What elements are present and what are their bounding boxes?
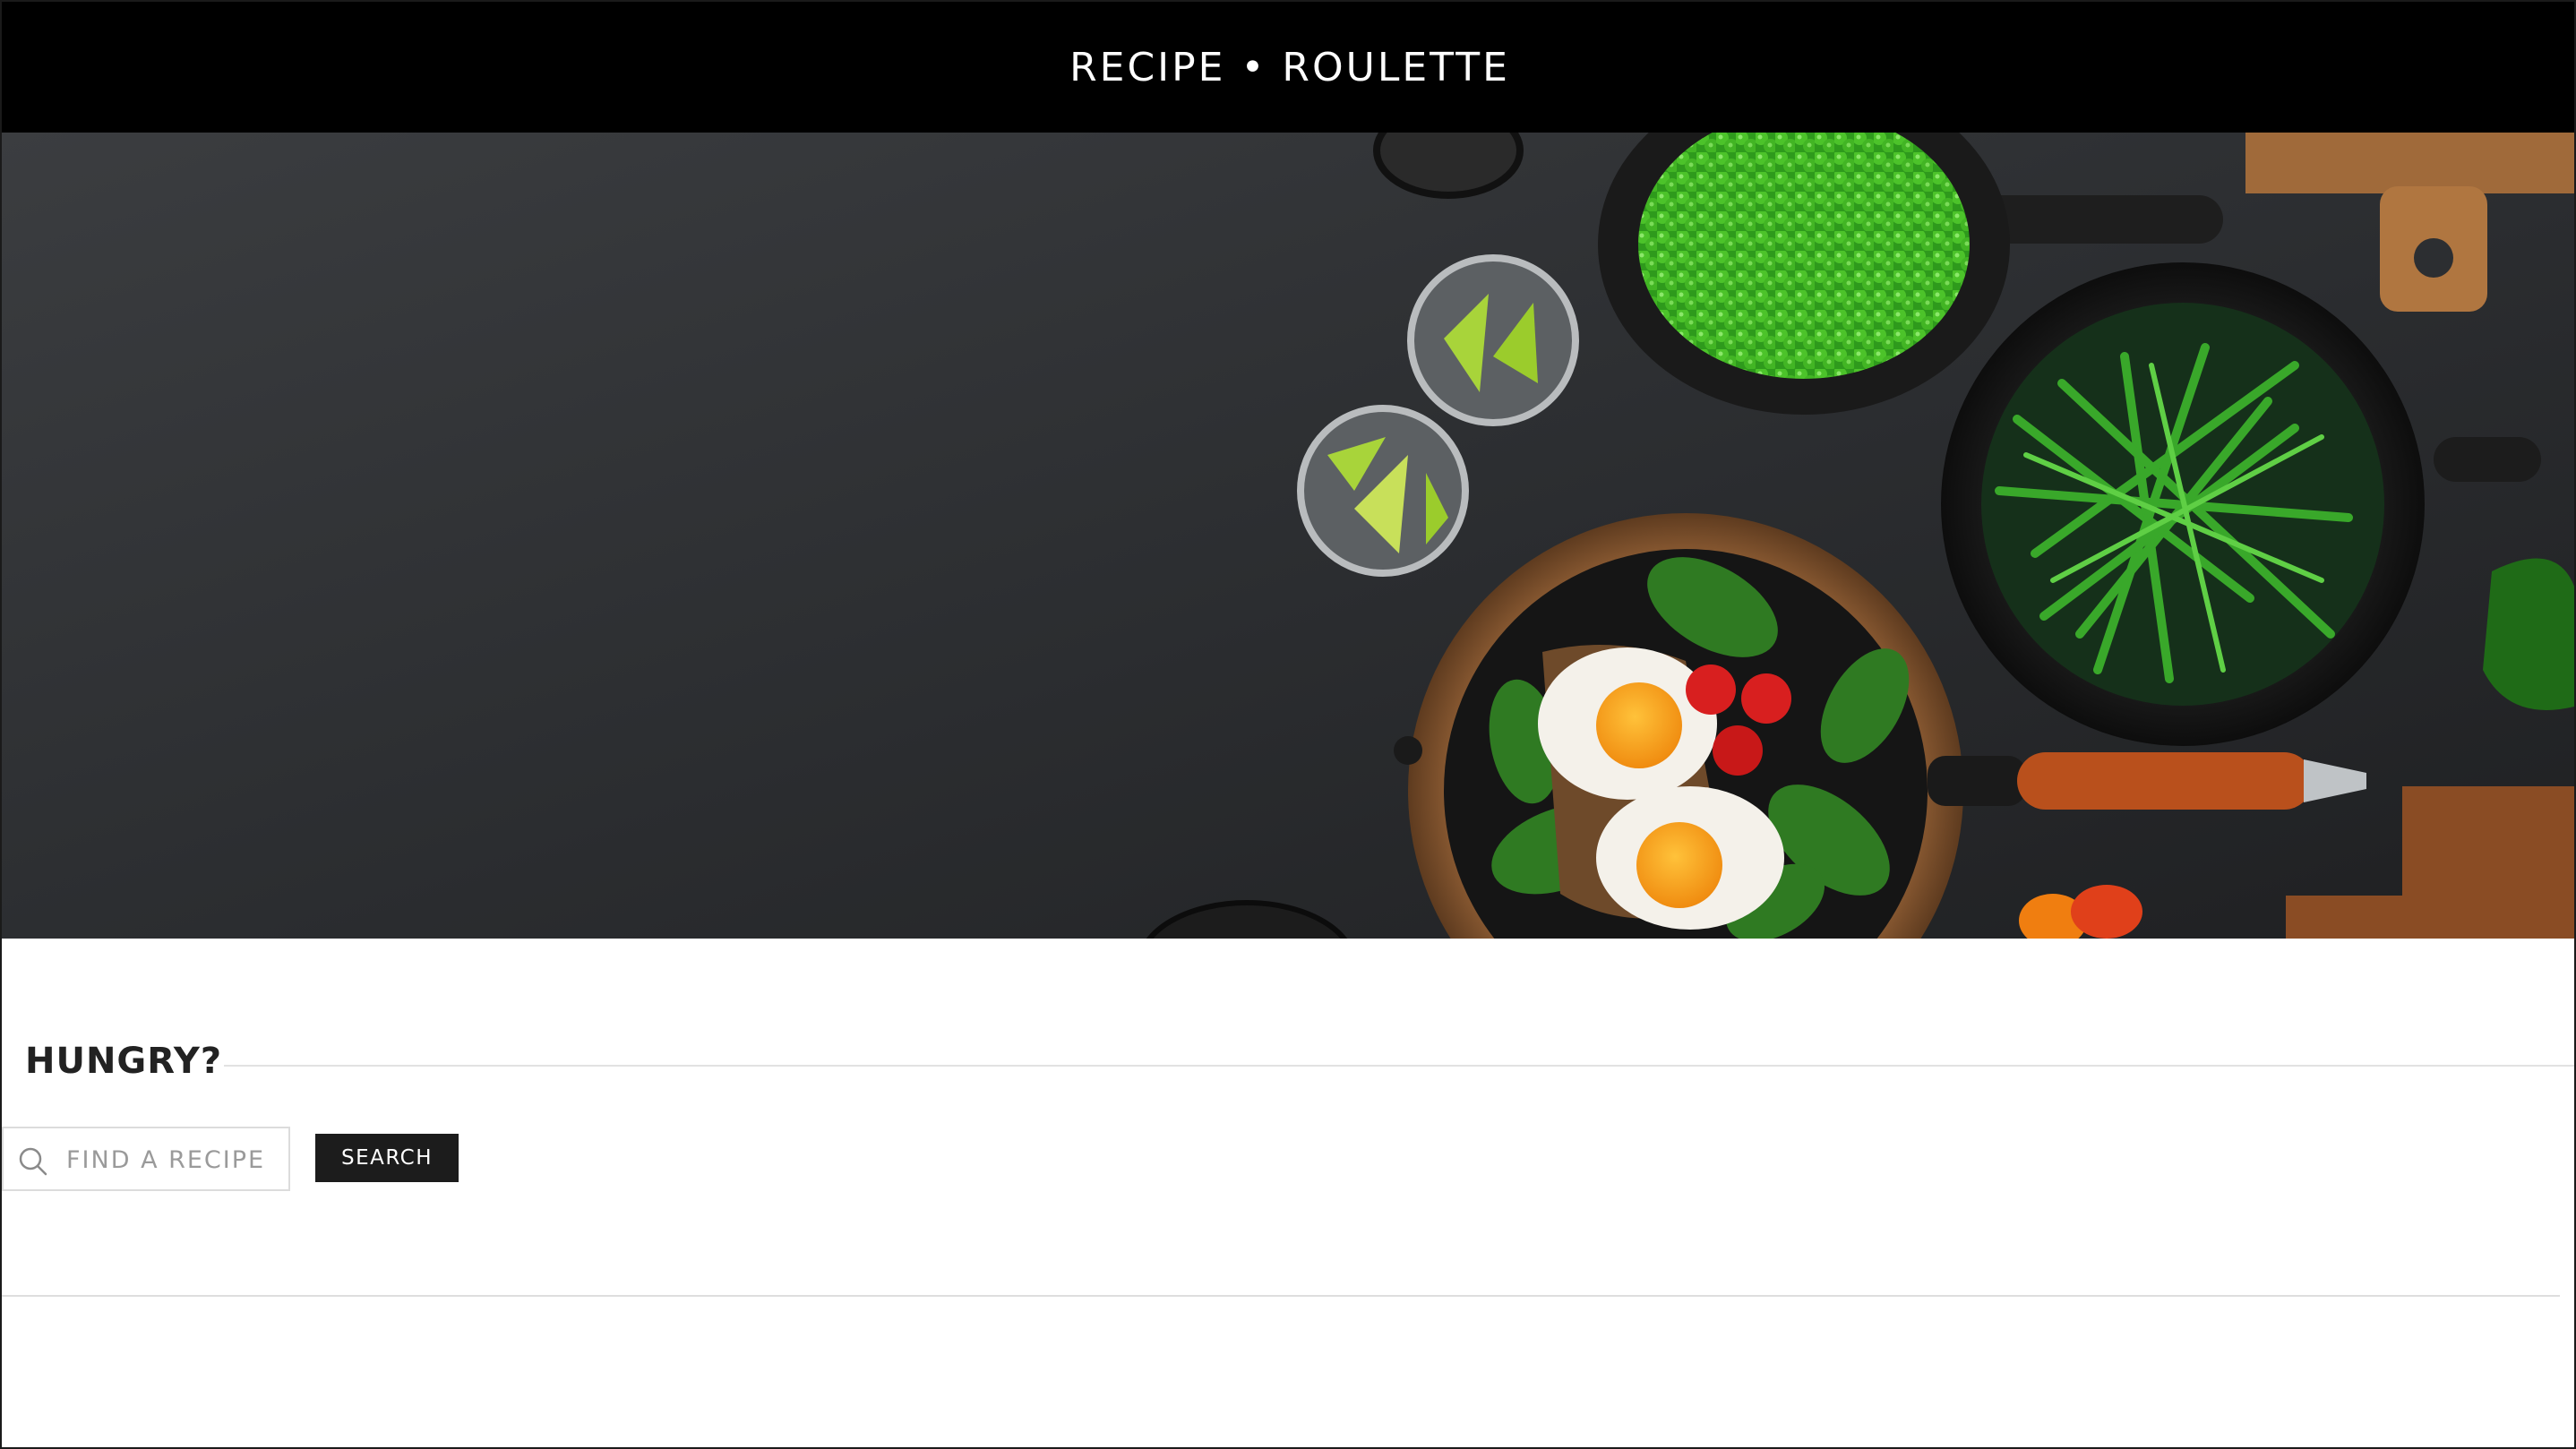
search-input[interactable] xyxy=(66,1137,281,1182)
hungry-heading: HUNGRY? xyxy=(25,1041,223,1082)
heading-divider xyxy=(224,1065,2574,1067)
page-frame: RECIPE • ROULETTE HUNGRY? FIND A RECIPE … xyxy=(0,0,2576,1449)
hero-banner xyxy=(2,133,2574,939)
search-button[interactable]: SEARCH xyxy=(315,1134,459,1182)
hero-image xyxy=(2,133,2574,939)
section-divider xyxy=(2,1295,2560,1297)
search-field[interactable] xyxy=(2,1127,290,1191)
search-icon xyxy=(18,1146,48,1177)
site-title[interactable]: RECIPE • ROULETTE xyxy=(1069,45,1510,90)
site-header: RECIPE • ROULETTE xyxy=(2,2,2574,133)
